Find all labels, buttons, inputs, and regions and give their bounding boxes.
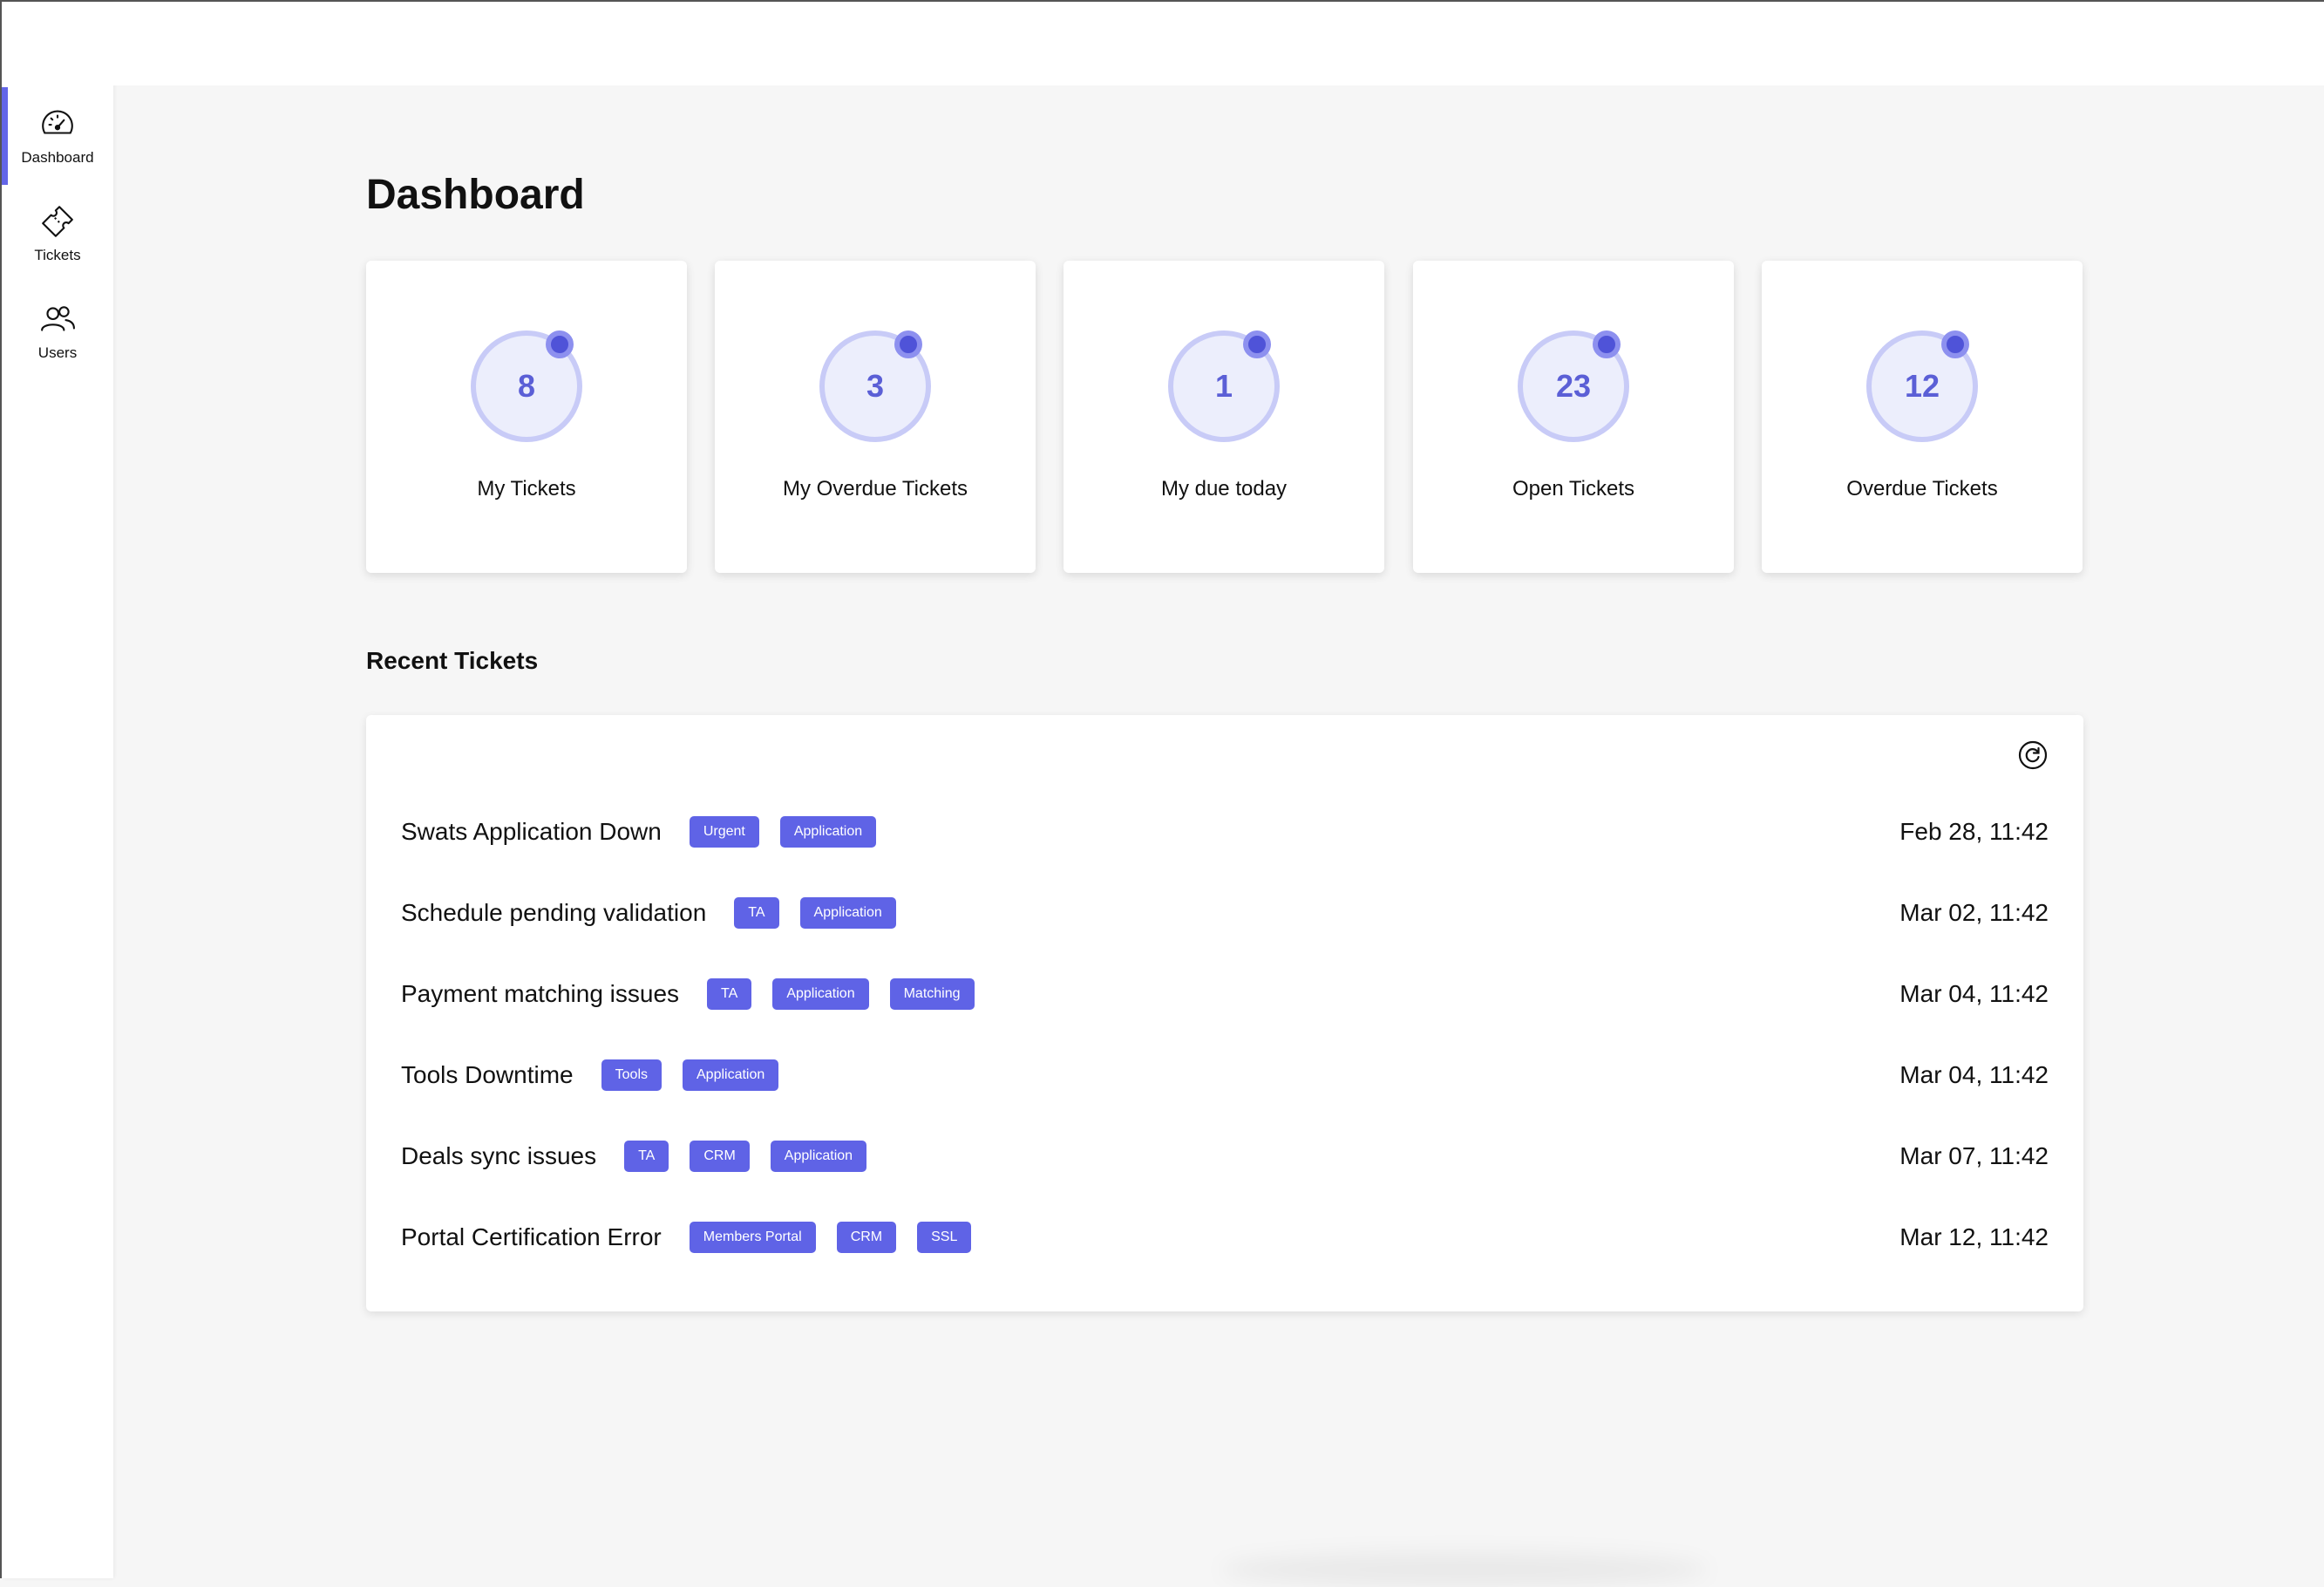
indicator-dot-icon <box>894 330 922 358</box>
sidebar-item-label: Users <box>37 344 78 361</box>
ticket-row[interactable]: Deals sync issues TA CRM Application Mar… <box>401 1130 2049 1182</box>
bottom-shadow <box>1220 1552 1709 1587</box>
recent-tickets-panel: Swats Application Down Urgent Applicatio… <box>366 715 2083 1311</box>
indicator-dot-icon <box>546 330 574 358</box>
tag-badge: Application <box>770 1141 867 1172</box>
tag-badge: Application <box>779 816 877 848</box>
ticket-date: Mar 04, 11:42 <box>1899 1061 2049 1088</box>
ticket-title[interactable]: Swats Application Down <box>401 818 662 846</box>
ticket-title[interactable]: Deals sync issues <box>401 1142 596 1170</box>
tag-badge: Tools <box>601 1059 662 1091</box>
ticket-title[interactable]: Payment matching issues <box>401 980 679 1008</box>
ticket-row[interactable]: Portal Certification Error Members Porta… <box>401 1211 2049 1263</box>
tag-badge: Application <box>683 1059 779 1091</box>
tag-badge: Urgent <box>689 816 759 848</box>
stat-card-my-overdue-tickets[interactable]: 3 My Overdue Tickets <box>715 261 1036 573</box>
indicator-dot-icon <box>1941 330 1969 358</box>
page-title: Dashboard <box>366 172 585 218</box>
sidebar-item-label: Tickets <box>34 247 81 263</box>
tag-badge: TA <box>734 897 779 929</box>
ticket-row[interactable]: Swats Application Down Urgent Applicatio… <box>401 806 2049 858</box>
stat-value: 1 <box>1214 368 1233 404</box>
stat-value: 23 <box>1555 368 1592 404</box>
tag-badge: TA <box>624 1141 669 1172</box>
ticket-row[interactable]: Schedule pending validation TA Applicati… <box>401 887 2049 939</box>
indicator-dot-icon <box>1593 330 1621 358</box>
stat-card-open-tickets[interactable]: 23 Open Tickets <box>1413 261 1734 573</box>
ticket-date: Mar 12, 11:42 <box>1899 1223 2049 1250</box>
stat-label: My Tickets <box>477 477 576 501</box>
tag-badge: CRM <box>836 1222 897 1253</box>
stat-value: 8 <box>517 368 536 404</box>
tag-badge: TA <box>707 978 752 1010</box>
stat-label: My due today <box>1160 477 1288 501</box>
tag-badge: Matching <box>889 978 975 1010</box>
refresh-icon <box>2018 740 2048 770</box>
ticket-date: Mar 07, 11:42 <box>1899 1142 2049 1169</box>
indicator-dot-icon <box>1243 330 1271 358</box>
sidebar-item-dashboard[interactable]: Dashboard <box>2 87 113 185</box>
stat-card-overdue-tickets[interactable]: 12 Overdue Tickets <box>1762 261 2083 573</box>
sidebar-item-tickets[interactable]: Tickets <box>2 185 113 283</box>
refresh-button[interactable] <box>2014 736 2052 774</box>
tag-badge: SSL <box>917 1222 972 1253</box>
top-bar <box>113 2 2324 85</box>
tag-badge: Members Portal <box>689 1222 816 1253</box>
stat-value: 12 <box>1904 368 1940 404</box>
stat-label: Open Tickets <box>1512 477 1635 501</box>
tag-badge: Application <box>799 897 896 929</box>
ticket-icon <box>42 206 73 237</box>
stat-card-my-tickets[interactable]: 8 My Tickets <box>366 261 687 573</box>
sidebar-item-label: Dashboard <box>21 149 94 166</box>
speedometer-icon <box>42 110 73 134</box>
ticket-row[interactable]: Tools Downtime Tools Application Mar 04,… <box>401 1049 2049 1101</box>
ticket-title[interactable]: Tools Downtime <box>401 1061 574 1089</box>
users-icon <box>41 306 75 331</box>
tag-badge: Application <box>772 978 869 1010</box>
recent-tickets-heading: Recent Tickets <box>366 647 539 674</box>
sidebar-item-users[interactable]: Users <box>2 283 113 380</box>
ticket-date: Mar 04, 11:42 <box>1899 980 2049 1007</box>
stat-card-my-due-today[interactable]: 1 My due today <box>1063 261 1384 573</box>
stat-label: My Overdue Tickets <box>782 477 968 501</box>
ticket-date: Feb 28, 11:42 <box>1899 818 2049 845</box>
ticket-row[interactable]: Payment matching issues TA Application M… <box>401 968 2049 1020</box>
ticket-title[interactable]: Schedule pending validation <box>401 899 706 927</box>
tag-badge: CRM <box>690 1141 750 1172</box>
ticket-date: Mar 02, 11:42 <box>1899 899 2049 926</box>
ticket-title[interactable]: Portal Certification Error <box>401 1223 662 1251</box>
stat-label: Overdue Tickets <box>1846 477 1998 501</box>
sidebar: Dashboard Tickets Users <box>2 2 113 1578</box>
stat-value: 3 <box>866 368 885 404</box>
